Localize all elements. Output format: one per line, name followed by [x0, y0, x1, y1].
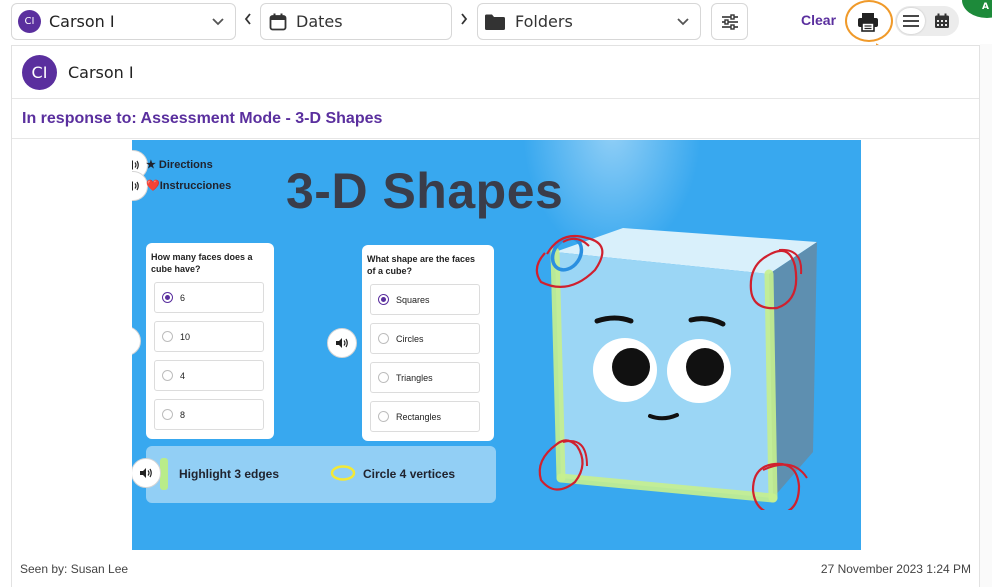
radio-unselected	[378, 372, 389, 383]
option-label: Circles	[396, 333, 424, 344]
corner-badge: A	[962, 0, 992, 18]
response-title-link[interactable]: In response to: Assessment Mode - 3-D Sh…	[12, 99, 979, 139]
speaker-button[interactable]	[327, 328, 357, 358]
author-name: Carson I	[68, 62, 134, 82]
activity-title: 3-D Shapes	[286, 163, 564, 219]
sliders-icon	[721, 13, 738, 30]
print-button[interactable]	[851, 7, 885, 37]
scrollbar-track[interactable]	[980, 44, 992, 587]
filter-button[interactable]	[711, 3, 748, 40]
option-label: 6	[180, 292, 186, 303]
radio-selected	[162, 292, 173, 303]
student-name: Carson I	[49, 12, 115, 31]
answer-option[interactable]: 10	[154, 321, 264, 352]
chevron-down-icon	[212, 18, 224, 26]
task-bar: Highlight 3 edges Circle 4 vertices	[146, 446, 496, 503]
clear-button[interactable]: Clear	[801, 12, 836, 28]
calendar-icon	[269, 13, 287, 30]
question-card: How many faces does a cube have? 6 10 4 …	[146, 243, 274, 439]
highlighter-swatch-icon	[160, 458, 168, 490]
folder-icon	[485, 14, 505, 30]
activity-image[interactable]: 3-D Shapes ★ Directions ❤️Instrucciones …	[132, 140, 861, 550]
answer-option[interactable]: Triangles	[370, 362, 480, 393]
speaker-icon	[132, 160, 139, 170]
printer-icon	[858, 13, 878, 32]
answer-option[interactable]: Rectangles	[370, 401, 480, 432]
journal-entry-card: CI Carson I In response to: Assessment M…	[11, 45, 980, 587]
radio-unselected	[162, 370, 173, 381]
option-label: Squares	[396, 294, 430, 305]
yellow-circle-icon	[330, 465, 356, 481]
radio-unselected	[378, 411, 389, 422]
dates-label: Dates	[296, 12, 343, 31]
dates-picker[interactable]: Dates	[260, 3, 452, 40]
radio-unselected	[162, 409, 173, 420]
student-avatar: CI	[18, 10, 41, 33]
radio-unselected	[378, 333, 389, 344]
seen-by-text: Seen by: Susan Lee	[20, 562, 129, 576]
author-avatar: CI	[22, 54, 57, 90]
list-icon	[903, 15, 919, 27]
cube-character	[535, 228, 817, 510]
speaker-icon	[336, 338, 348, 348]
question-card: What shape are the faces of a cube? Squa…	[362, 245, 494, 441]
folders-label: Folders	[515, 12, 573, 31]
calendar-grid-icon	[935, 13, 949, 28]
chevron-right-icon[interactable]	[459, 12, 469, 26]
entry-header: CI Carson I	[12, 46, 979, 99]
entry-footer: Seen by: Susan Lee 27 November 2023 1:24…	[12, 559, 979, 587]
speaker-icon	[132, 335, 133, 347]
journal-page: CI Carson I Dates Folders Clear A CI Car…	[0, 0, 992, 587]
list-view-button[interactable]	[897, 8, 925, 34]
folders-select[interactable]: Folders	[477, 3, 701, 40]
chevron-left-icon[interactable]	[243, 12, 253, 26]
answer-option[interactable]: Circles	[370, 323, 480, 354]
task-edges: Highlight 3 edges	[179, 467, 280, 481]
question-text: How many faces does a cube have?	[151, 252, 253, 274]
student-select[interactable]: CI Carson I	[11, 3, 236, 40]
entry-timestamp: 27 November 2023 1:24 PM	[820, 562, 971, 576]
answer-option[interactable]: Squares	[370, 284, 480, 315]
answer-option[interactable]: 8	[154, 399, 264, 430]
option-label: Triangles	[396, 372, 433, 383]
answer-option[interactable]: 4	[154, 360, 264, 391]
calendar-view-button[interactable]	[928, 8, 956, 34]
question-text: What shape are the faces of a cube?	[367, 254, 476, 276]
answer-option[interactable]: 6	[154, 282, 264, 313]
speaker-icon	[140, 468, 152, 478]
top-toolbar: CI Carson I Dates Folders Clear A	[0, 0, 992, 77]
view-toggle	[895, 6, 959, 36]
speaker-button[interactable]	[132, 458, 161, 488]
radio-selected	[378, 294, 389, 305]
directions-label: ★ Directions	[146, 159, 213, 171]
option-label: 8	[180, 409, 186, 420]
option-label: 4	[180, 370, 186, 381]
task-vertices: Circle 4 vertices	[363, 467, 456, 481]
radio-unselected	[162, 331, 173, 342]
instrucciones-label: ❤️Instrucciones	[146, 180, 232, 192]
speaker-icon	[132, 181, 139, 191]
speaker-button[interactable]	[132, 326, 141, 356]
option-label: 10	[180, 331, 191, 342]
chevron-down-icon	[677, 18, 689, 26]
option-label: Rectangles	[396, 411, 442, 422]
